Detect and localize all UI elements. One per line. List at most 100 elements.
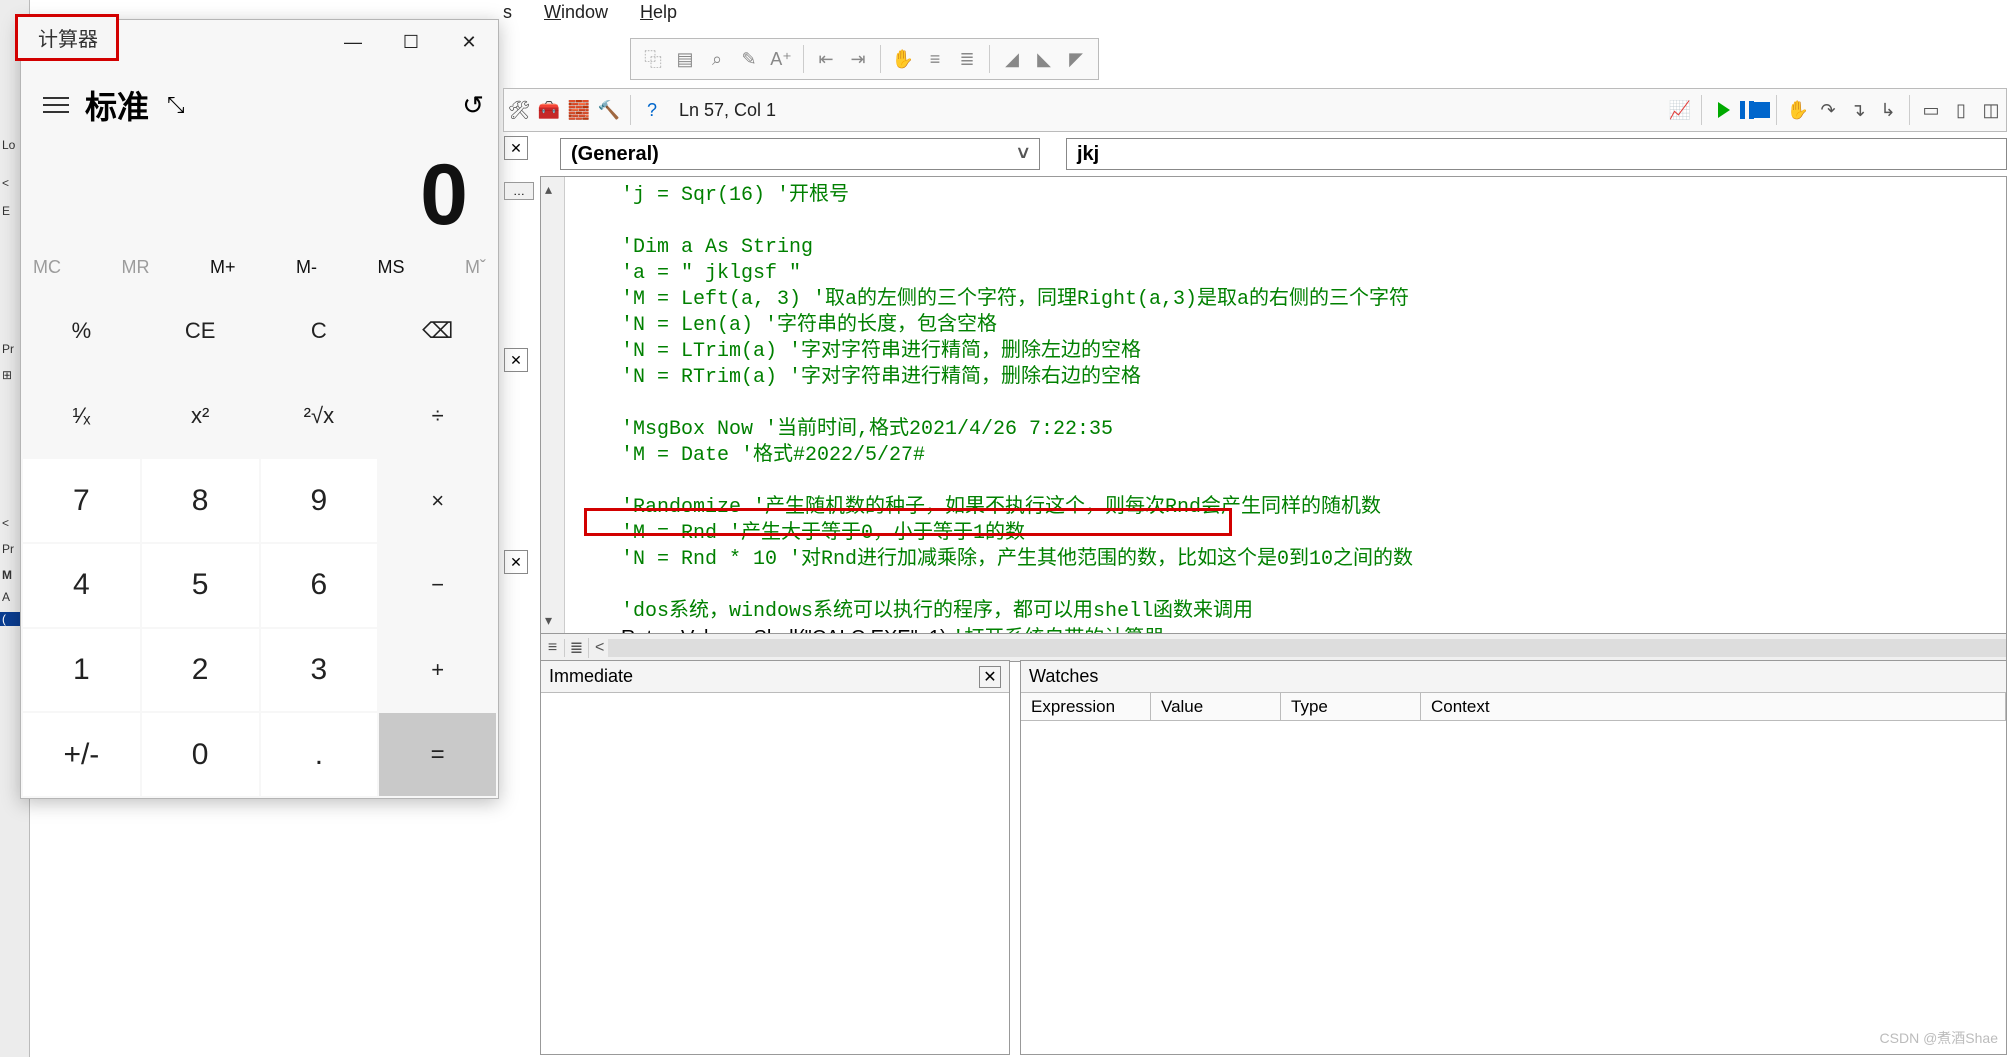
mem-mlist[interactable]: Mˇ — [465, 257, 486, 278]
pane-tab-1[interactable]: … — [504, 182, 534, 200]
key-backspace[interactable]: ⌫ — [379, 290, 496, 373]
key-negate[interactable]: +/- — [23, 713, 140, 796]
key-divide[interactable]: ÷ — [379, 375, 496, 458]
code-vscrollbar[interactable]: ▴ ▾ — [541, 177, 565, 633]
text-icon[interactable]: A⁺ — [767, 45, 795, 73]
window1-icon[interactable]: ▭ — [1916, 95, 1946, 125]
key-ce[interactable]: CE — [142, 290, 259, 373]
indent-right-icon[interactable]: ⇥ — [844, 45, 872, 73]
window-close-button[interactable]: ✕ — [440, 20, 498, 64]
key-minus[interactable]: − — [379, 544, 496, 627]
key-7[interactable]: 7 — [23, 459, 140, 542]
key-8[interactable]: 8 — [142, 459, 259, 542]
key-percent[interactable]: % — [23, 290, 140, 373]
watch-col-value[interactable]: Value — [1151, 693, 1281, 720]
close-pane-button-2[interactable]: ✕ — [504, 348, 528, 372]
immediate-title: Immediate — [549, 666, 633, 687]
procedure-dropdown-value: jkj — [1077, 143, 1099, 166]
step-out-icon[interactable]: ↳ — [1873, 95, 1903, 125]
key-5[interactable]: 5 — [142, 544, 259, 627]
keep-on-top-icon[interactable]: ⤡ — [167, 92, 185, 118]
key-c[interactable]: C — [261, 290, 378, 373]
menu-item-help[interactable]: Help — [640, 2, 677, 32]
tool2-icon[interactable]: 🧰 — [534, 95, 564, 125]
key-4[interactable]: 4 — [23, 544, 140, 627]
key-dot[interactable]: . — [261, 713, 378, 796]
window2-icon[interactable]: ▯ — [1946, 95, 1976, 125]
chevron-down-icon: ˅ — [1017, 143, 1029, 166]
key-9[interactable]: 9 — [261, 459, 378, 542]
watch-col-context[interactable]: Context — [1421, 693, 2006, 720]
find-icon[interactable]: ⌕ — [703, 45, 731, 73]
close-pane-button-3[interactable]: ✕ — [504, 550, 528, 574]
bookmark-next-icon[interactable]: ◣ — [1030, 45, 1058, 73]
key-plus[interactable]: + — [379, 629, 496, 712]
key-2[interactable]: 2 — [142, 629, 259, 712]
code-editor[interactable]: ▴ ▾ 'j = Sqr(16) '开根号 'Dim a As String '… — [540, 176, 2007, 634]
key-equals[interactable]: = — [379, 713, 496, 796]
menu-item-window[interactable]: Window — [544, 2, 608, 32]
pause-button[interactable] — [1740, 101, 1754, 119]
key-0[interactable]: 0 — [142, 713, 259, 796]
key-multiply[interactable]: × — [379, 459, 496, 542]
window3-icon[interactable]: ◫ — [1976, 95, 2006, 125]
key-1[interactable]: 1 — [23, 629, 140, 712]
immediate-close-button[interactable]: ✕ — [979, 666, 1001, 688]
hand-icon[interactable]: ✋ — [889, 45, 917, 73]
immediate-panel: Immediate ✕ — [540, 660, 1010, 1055]
tool4-icon[interactable]: 🔨 — [594, 95, 624, 125]
object-dropdown-value: (General) — [571, 143, 659, 166]
hand2-icon[interactable]: ✋ — [1783, 95, 1813, 125]
bookmark-clear-icon[interactable]: ◤ — [1062, 45, 1090, 73]
paste-icon[interactable]: ▤ — [671, 45, 699, 73]
key-square[interactable]: x² — [142, 375, 259, 458]
key-sqrt[interactable]: ²√x — [261, 375, 378, 458]
watches-body[interactable] — [1021, 721, 2006, 1054]
menu-item-s[interactable]: s — [503, 2, 512, 32]
code-body[interactable]: 'j = Sqr(16) '开根号 'Dim a As String 'a = … — [565, 177, 2006, 633]
run-button[interactable] — [1718, 102, 1730, 118]
list2-icon[interactable]: ≣ — [953, 45, 981, 73]
view-proc-icon[interactable]: ≣ — [565, 638, 589, 658]
step-into-icon[interactable]: ↴ — [1843, 95, 1873, 125]
view-full-icon[interactable]: ≡ — [541, 639, 565, 657]
object-dropdown[interactable]: (General) ˅ — [560, 138, 1040, 170]
watch-col-expression[interactable]: Expression — [1021, 693, 1151, 720]
immediate-body[interactable] — [541, 693, 1009, 1054]
watermark: CSDN @煮酒Shae — [1880, 1028, 1998, 1048]
replace-icon[interactable]: ✎ — [735, 45, 763, 73]
mem-mr[interactable]: MR — [121, 257, 149, 278]
window-minimize-button[interactable]: — — [324, 20, 382, 64]
ide-toolbar-main: 🛠 🧰 🧱 🔨 ? Ln 57, Col 1 📈 ✋ ↷ ↴ ↳ ▭ ▯ ◫ — [503, 88, 2007, 132]
mem-mc[interactable]: MC — [33, 257, 61, 278]
key-reciprocal[interactable]: ¹⁄ₓ — [23, 375, 140, 458]
watches-title: Watches — [1029, 666, 1098, 687]
calc-title-highlight: 计算器 — [15, 14, 119, 61]
list-icon[interactable]: ≡ — [921, 45, 949, 73]
key-3[interactable]: 3 — [261, 629, 378, 712]
stop-button[interactable] — [1754, 102, 1770, 118]
indent-left-icon[interactable]: ⇤ — [812, 45, 840, 73]
procedure-dropdown[interactable]: jkj — [1066, 138, 2007, 170]
hamburger-icon[interactable] — [35, 87, 77, 123]
tool1-icon[interactable]: 🛠 — [504, 95, 534, 125]
key-6[interactable]: 6 — [261, 544, 378, 627]
window-maximize-button[interactable]: ☐ — [382, 20, 440, 64]
tool3-icon[interactable]: 🧱 — [564, 95, 594, 125]
mem-mplus[interactable]: M+ — [210, 257, 236, 278]
code-bottom-bar: ≡ ≣ < — [540, 634, 2007, 662]
watch-col-type[interactable]: Type — [1281, 693, 1421, 720]
close-pane-button[interactable]: ✕ — [504, 136, 528, 160]
watches-header-row: Expression Value Type Context — [1021, 693, 2006, 721]
mem-mminus[interactable]: M- — [296, 257, 317, 278]
bookmark-icon[interactable]: ◢ — [998, 45, 1026, 73]
mem-ms[interactable]: MS — [377, 257, 404, 278]
history-icon[interactable]: ↺ — [462, 90, 484, 121]
code-hscrollbar[interactable] — [608, 639, 2006, 657]
chart-icon[interactable]: 📈 — [1665, 95, 1695, 125]
ide-toolbar-edit: ⿻ ▤ ⌕ ✎ A⁺ ⇤ ⇥ ✋ ≡ ≣ ◢ ◣ ◤ — [630, 38, 1099, 80]
help-icon[interactable]: ? — [637, 95, 667, 125]
copy-icon[interactable]: ⿻ — [639, 45, 667, 73]
cursor-position: Ln 57, Col 1 — [679, 100, 859, 121]
step-over-icon[interactable]: ↷ — [1813, 95, 1843, 125]
